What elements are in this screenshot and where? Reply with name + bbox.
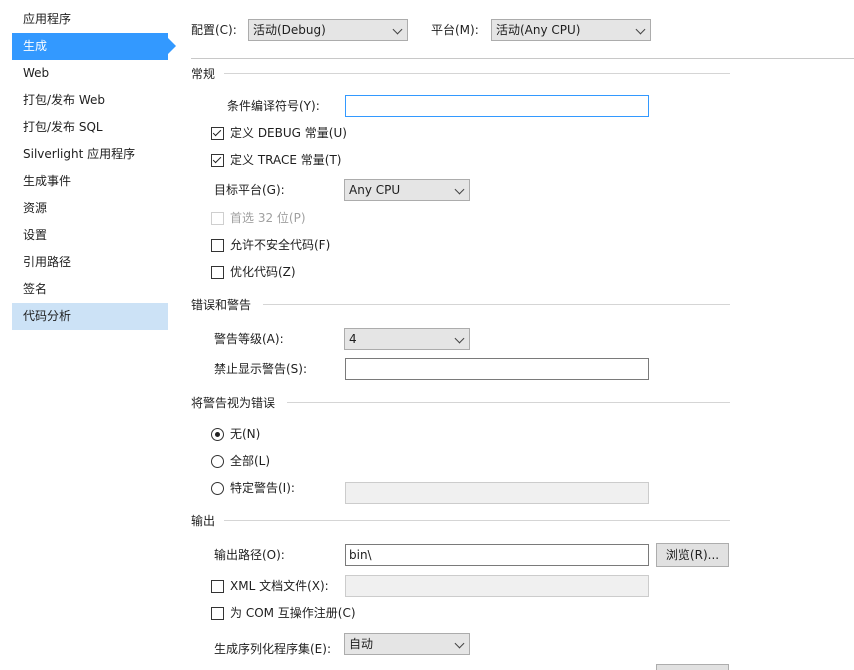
- treat-all-radio[interactable]: [211, 455, 224, 468]
- prefer32-checkbox[interactable]: [211, 212, 224, 225]
- chevron-down-icon: [454, 638, 465, 649]
- define-debug-label: 定义 DEBUG 常量(U): [230, 126, 347, 140]
- section-divider: [224, 520, 730, 521]
- treat-none-label: 无(N): [230, 427, 261, 441]
- warning-level-dropdown[interactable]: 4: [344, 328, 470, 350]
- treat-none-radio[interactable]: [211, 428, 224, 441]
- xml-doc-checkbox[interactable]: [211, 580, 224, 593]
- treat-all-label: 全部(L): [230, 454, 271, 468]
- header-divider: [191, 58, 854, 59]
- output-path-input[interactable]: bin\: [345, 544, 649, 566]
- sidebar-item-application[interactable]: 应用程序: [12, 6, 168, 33]
- section-divider: [287, 402, 730, 403]
- sidebar-item-build-events[interactable]: 生成事件: [12, 168, 168, 195]
- warning-level-value: 4: [349, 332, 357, 346]
- sidebar-item-build[interactable]: 生成: [12, 33, 176, 60]
- config-dropdown[interactable]: 活动(Debug): [248, 19, 408, 41]
- target-platform-value: Any CPU: [349, 183, 401, 197]
- chevron-down-icon: [454, 333, 465, 344]
- section-divider: [263, 304, 730, 305]
- sidebar-item-reference-paths[interactable]: 引用路径: [12, 249, 168, 276]
- platform-value: 活动(Any CPU): [496, 23, 581, 37]
- sidebar-item-signing[interactable]: 签名: [12, 276, 168, 303]
- optimize-code-label: 优化代码(Z): [230, 265, 296, 279]
- serialization-value: 自动: [349, 637, 374, 651]
- sidebar-item-resources[interactable]: 资源: [12, 195, 168, 222]
- section-title-general: 常规: [191, 67, 216, 81]
- treat-specific-label: 特定警告(I):: [230, 481, 295, 495]
- advanced-button[interactable]: [656, 664, 729, 670]
- com-interop-label: 为 COM 互操作注册(C): [230, 606, 356, 620]
- section-title-errors: 错误和警告: [191, 298, 252, 312]
- define-debug-checkbox[interactable]: [211, 127, 224, 140]
- warning-level-label: 警告等级(A):: [214, 332, 284, 346]
- sidebar-item-settings[interactable]: 设置: [12, 222, 168, 249]
- chevron-down-icon: [454, 184, 465, 195]
- sidebar-item-web[interactable]: Web: [12, 60, 168, 87]
- target-platform-label: 目标平台(G):: [214, 183, 285, 197]
- platform-dropdown[interactable]: 活动(Any CPU): [491, 19, 651, 41]
- xml-doc-input[interactable]: [345, 575, 649, 597]
- prefer32-label: 首选 32 位(P): [230, 211, 306, 225]
- config-label: 配置(C):: [191, 23, 237, 37]
- unsafe-code-checkbox[interactable]: [211, 239, 224, 252]
- browse-button[interactable]: 浏览(R)...: [656, 543, 729, 567]
- optimize-code-checkbox[interactable]: [211, 266, 224, 279]
- define-trace-label: 定义 TRACE 常量(T): [230, 153, 342, 167]
- config-value: 活动(Debug): [253, 23, 326, 37]
- specific-warnings-input[interactable]: [345, 482, 649, 504]
- chevron-down-icon: [635, 24, 646, 35]
- conditional-symbols-input[interactable]: [345, 95, 649, 117]
- conditional-symbols-label: 条件编译符号(Y):: [227, 99, 320, 113]
- xml-doc-label: XML 文档文件(X):: [230, 579, 329, 593]
- serialization-dropdown[interactable]: 自动: [344, 633, 470, 655]
- section-divider: [224, 73, 730, 74]
- treat-specific-radio[interactable]: [211, 482, 224, 495]
- section-title-treat-warnings: 将警告视为错误: [191, 396, 276, 410]
- sidebar-item-code-analysis[interactable]: 代码分析: [12, 303, 168, 330]
- output-path-label: 输出路径(O):: [214, 548, 285, 562]
- section-title-output: 输出: [191, 514, 216, 528]
- target-platform-dropdown[interactable]: Any CPU: [344, 179, 470, 201]
- define-trace-checkbox[interactable]: [211, 154, 224, 167]
- chevron-down-icon: [392, 24, 403, 35]
- suppress-warnings-input[interactable]: [345, 358, 649, 380]
- serialization-label: 生成序列化程序集(E):: [214, 642, 331, 656]
- sidebar-item-package-web[interactable]: 打包/发布 Web: [12, 87, 168, 114]
- sidebar-item-package-sql[interactable]: 打包/发布 SQL: [12, 114, 168, 141]
- com-interop-checkbox[interactable]: [211, 607, 224, 620]
- unsafe-code-label: 允许不安全代码(F): [230, 238, 331, 252]
- suppress-warnings-label: 禁止显示警告(S):: [214, 362, 308, 376]
- platform-label: 平台(M):: [431, 23, 479, 37]
- sidebar-item-silverlight[interactable]: Silverlight 应用程序: [12, 141, 168, 168]
